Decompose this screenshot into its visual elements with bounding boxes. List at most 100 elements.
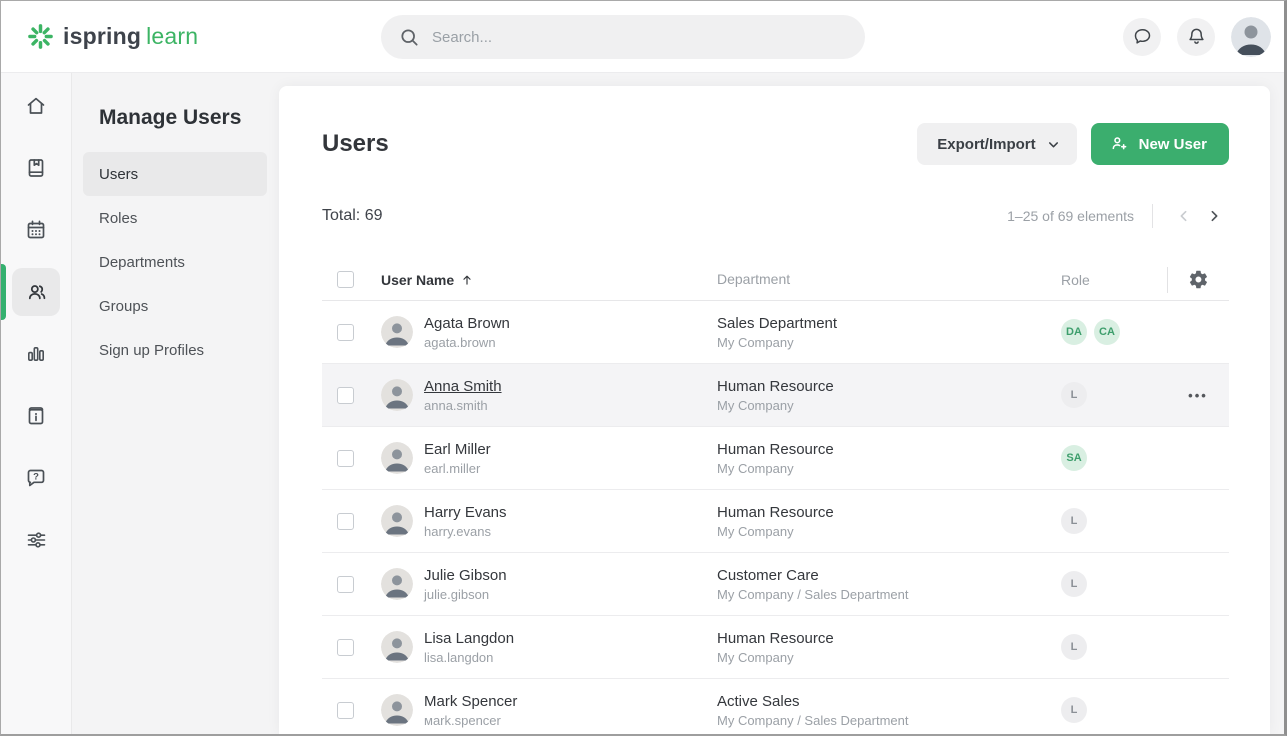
- sidebar-item-groups[interactable]: Groups: [83, 284, 267, 328]
- export-import-label: Export/Import: [937, 136, 1035, 153]
- rail-item-news[interactable]: [12, 392, 60, 440]
- sidebar-item-sign-up-profiles[interactable]: Sign up Profiles: [83, 328, 267, 372]
- rail-item-calendar[interactable]: [12, 206, 60, 254]
- total-count: Total: 69: [322, 207, 382, 225]
- app-window: ispringlearn: [0, 0, 1287, 736]
- users-icon: [24, 280, 49, 305]
- home-icon: [24, 94, 48, 118]
- active-rail-accent: [1, 264, 6, 320]
- user-photo: [381, 631, 413, 663]
- export-import-button[interactable]: Export/Import: [917, 123, 1076, 165]
- pagination: 1–25 of 69 elements: [1007, 201, 1229, 231]
- user-name-link[interactable]: Lisa Langdon: [424, 630, 514, 647]
- search-input[interactable]: [432, 29, 847, 46]
- row-checkbox[interactable]: [337, 702, 354, 719]
- user-photo: [381, 694, 413, 726]
- user-name-link[interactable]: Agata Brown: [424, 315, 510, 332]
- role-badges: L: [1061, 571, 1167, 597]
- new-user-label: New User: [1139, 136, 1207, 153]
- table-row[interactable]: Earl Millerearl.millerHuman ResourceMy C…: [322, 427, 1229, 490]
- user-photo: [381, 442, 413, 474]
- top-bar: ispringlearn: [1, 1, 1284, 73]
- role-badges: L: [1061, 508, 1167, 534]
- user-name-link[interactable]: Harry Evans: [424, 504, 507, 521]
- rail-item-users[interactable]: [12, 268, 60, 316]
- column-header-user-name[interactable]: User Name: [381, 272, 474, 288]
- column-header-role[interactable]: Role: [1061, 272, 1090, 288]
- user-name-link[interactable]: Julie Gibson: [424, 567, 507, 584]
- bar-chart-icon: [24, 342, 48, 366]
- chevron-right-icon: [1206, 208, 1222, 224]
- rail-item-support[interactable]: ?: [12, 454, 60, 502]
- sidebar-item-departments[interactable]: Departments: [83, 240, 267, 284]
- row-checkbox[interactable]: [337, 639, 354, 656]
- row-menu-button[interactable]: •••: [1188, 388, 1208, 403]
- department-name: Customer Care: [717, 567, 1061, 584]
- new-user-button[interactable]: New User: [1091, 123, 1229, 165]
- chat-bubble-icon: [1132, 26, 1153, 47]
- user-photo: [381, 379, 413, 411]
- table-row[interactable]: Julie Gibsonjulie.gibsonCustomer CareMy …: [322, 553, 1229, 616]
- next-page-button[interactable]: [1199, 201, 1229, 231]
- column-header-department[interactable]: Department: [717, 271, 790, 287]
- role-badge: DA: [1061, 319, 1087, 345]
- user-photo: [381, 505, 413, 537]
- row-checkbox[interactable]: [337, 513, 354, 530]
- main-area: ? Manage Users UsersRolesDepartmentsGrou…: [1, 73, 1284, 734]
- list-summary-row: Total: 69 1–25 of 69 elements: [322, 201, 1229, 231]
- page-header: Users Export/Import New User: [322, 123, 1229, 165]
- department-path: My Company: [717, 461, 1061, 476]
- pagination-range-label: 1–25 of 69 elements: [1007, 208, 1134, 224]
- notifications-button[interactable]: [1177, 18, 1215, 56]
- book-icon: [24, 156, 48, 180]
- user-login: lisa.langdon: [424, 650, 514, 665]
- rail-item-settings[interactable]: [12, 516, 60, 564]
- prev-page-button[interactable]: [1169, 201, 1199, 231]
- gear-icon: [1188, 269, 1209, 290]
- user-login: harry.evans: [424, 524, 507, 539]
- table-row[interactable]: Mark Spencerмark.spencerActive SalesMy C…: [322, 679, 1229, 734]
- table-row[interactable]: Harry Evansharry.evansHuman ResourceMy C…: [322, 490, 1229, 553]
- chevron-down-icon: [1046, 137, 1061, 152]
- user-name-link[interactable]: Anna Smith: [424, 378, 502, 395]
- user-login: agata.brown: [424, 335, 510, 350]
- user-login: earl.miller: [424, 461, 491, 476]
- page-actions: Export/Import New User: [917, 123, 1229, 165]
- sidebar-title: Manage Users: [99, 106, 279, 130]
- row-checkbox[interactable]: [337, 387, 354, 404]
- rail-item-home[interactable]: [12, 82, 60, 130]
- table-settings-button[interactable]: [1188, 269, 1209, 290]
- user-photo: [381, 568, 413, 600]
- role-badge: L: [1061, 571, 1087, 597]
- calendar-icon: [24, 218, 48, 242]
- select-all-checkbox[interactable]: [337, 271, 354, 288]
- table-header-row: User Name Department Role: [322, 259, 1229, 301]
- row-checkbox[interactable]: [337, 576, 354, 593]
- row-checkbox[interactable]: [337, 450, 354, 467]
- row-checkbox[interactable]: [337, 324, 354, 341]
- chevron-left-icon: [1176, 208, 1192, 224]
- bell-icon: [1186, 26, 1207, 47]
- rail-item-courses[interactable]: [12, 144, 60, 192]
- table-row[interactable]: Agata Brown agata.brown Sales Department My…: [322, 301, 1229, 364]
- table-row[interactable]: Anna Smithanna.smithHuman ResourceMy Com…: [322, 364, 1229, 427]
- sidebar-item-roles[interactable]: Roles: [83, 196, 267, 240]
- role-badges: L: [1061, 697, 1167, 723]
- sidebar-item-users[interactable]: Users: [83, 152, 267, 196]
- role-badge: L: [1061, 382, 1087, 408]
- role-badge: L: [1061, 634, 1087, 660]
- rail-item-reports[interactable]: [12, 330, 60, 378]
- global-search[interactable]: [381, 15, 865, 59]
- table-row[interactable]: Lisa Langdonlisa.langdonHuman ResourceMy…: [322, 616, 1229, 679]
- messages-button[interactable]: [1123, 18, 1161, 56]
- department-name: Sales Department: [717, 315, 1061, 332]
- role-badge: L: [1061, 697, 1087, 723]
- info-icon: [24, 404, 48, 428]
- user-name-link[interactable]: Mark Spencer: [424, 693, 517, 710]
- department-name: Human Resource: [717, 504, 1061, 521]
- role-badge: SA: [1061, 445, 1087, 471]
- user-avatar-menu[interactable]: [1231, 17, 1271, 57]
- department-path: My Company: [717, 335, 1061, 350]
- department-name: Active Sales: [717, 693, 1061, 710]
- user-name-link[interactable]: Earl Miller: [424, 441, 491, 458]
